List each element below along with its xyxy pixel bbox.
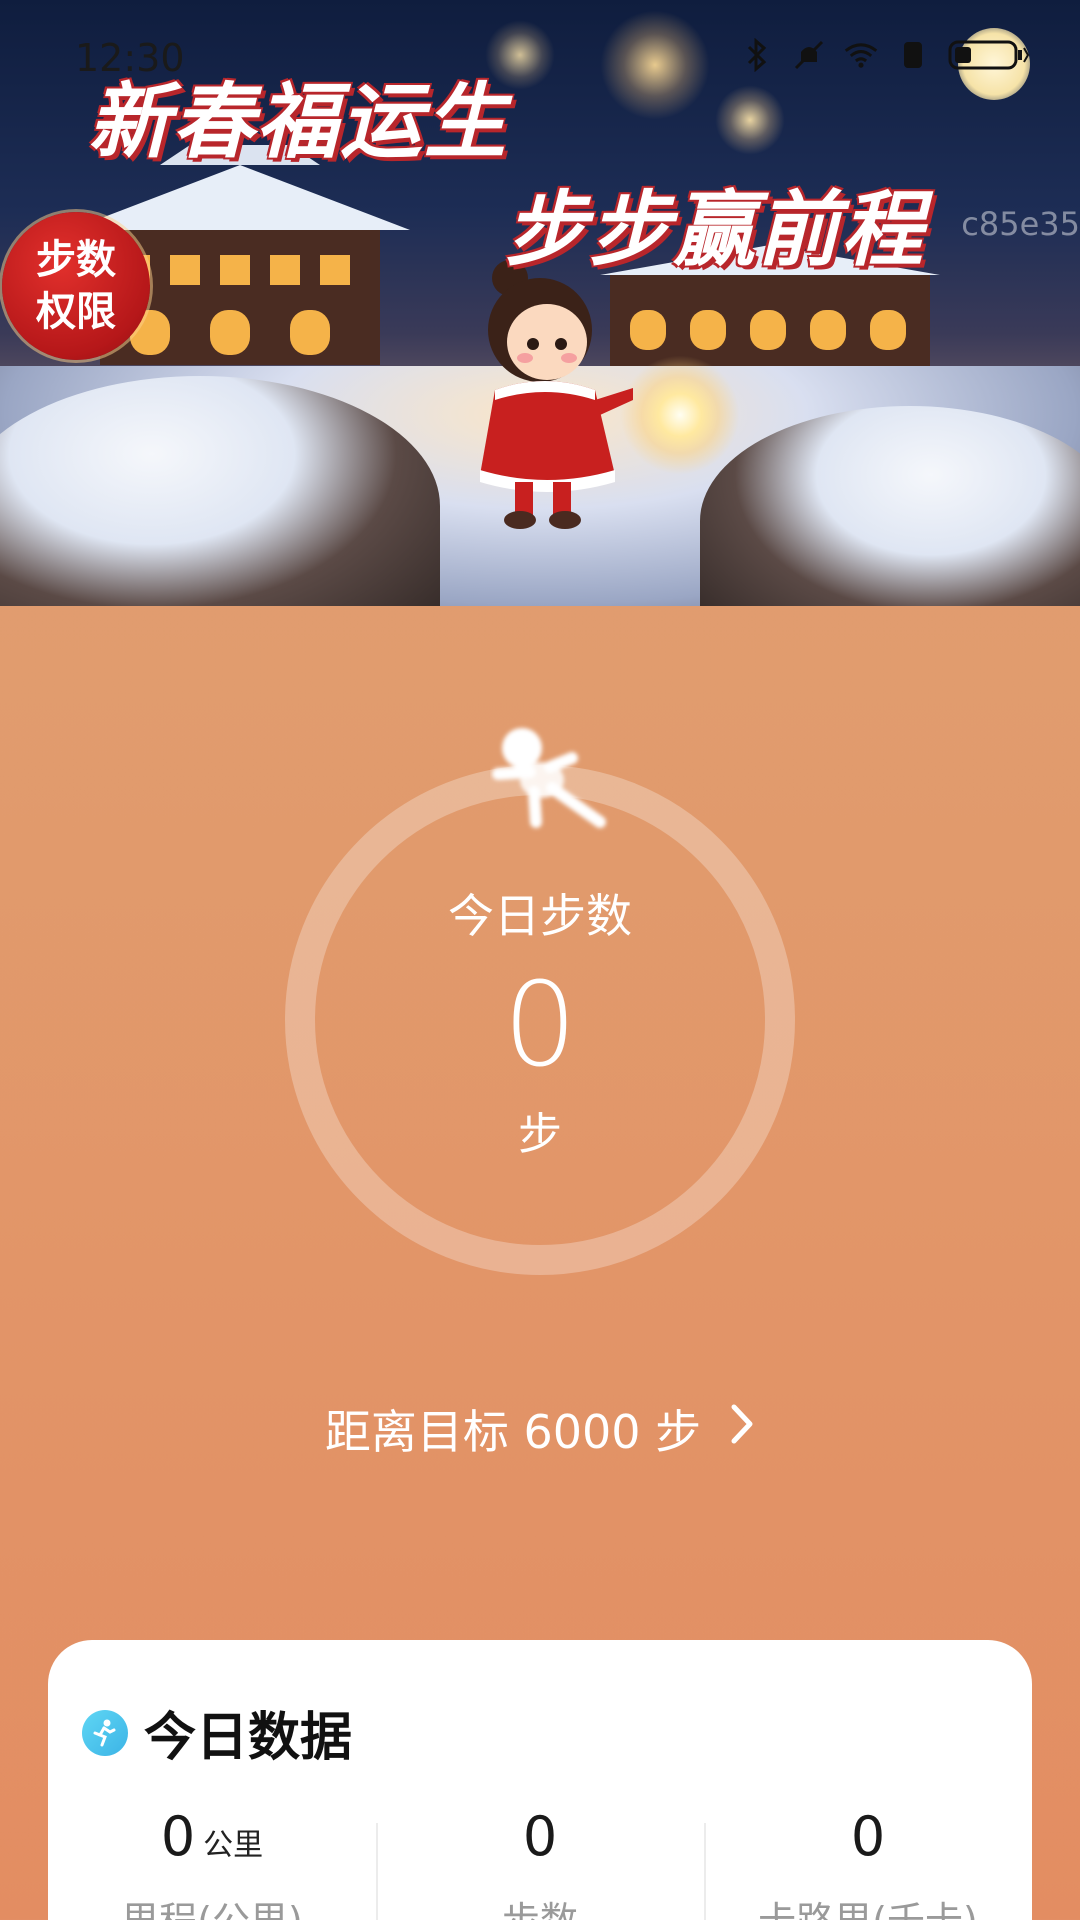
sparkler-graphic	[620, 355, 740, 475]
running-icon	[82, 1709, 128, 1756]
goal-text: 距离目标 6000 步	[324, 1405, 702, 1459]
steps-unit: 步	[518, 1109, 562, 1160]
stat-unit: 公里	[203, 1828, 264, 1863]
goal-link[interactable]: 距离目标 6000 步	[0, 1396, 1080, 1462]
stat-distance[interactable]: 0公里 里程(公里)	[48, 1805, 376, 1920]
stat-calories[interactable]: 0 卡路里(千卡)	[704, 1805, 1032, 1920]
girl-illustration	[480, 260, 633, 529]
badge-label: 步数权限	[36, 237, 116, 335]
stat-label: 里程(公里)	[48, 1890, 376, 1920]
wifi-icon	[844, 38, 878, 72]
steps-count: 0	[503, 958, 577, 1093]
sim-icon	[896, 38, 930, 72]
step-permission-badge[interactable]: 步数权限	[2, 212, 150, 360]
chevron-right-icon	[729, 1402, 755, 1457]
stat-value: 0	[522, 1805, 558, 1868]
today-data-card: 今日数据 0公里 里程(公里) 0 步数 0 卡路里(千卡)	[48, 1640, 1032, 1920]
mute-icon	[792, 38, 826, 72]
battery-icon	[948, 38, 1032, 72]
stat-label: 卡路里(千卡)	[704, 1890, 1032, 1920]
banner-watermark: c85e35	[961, 205, 1080, 243]
steps-title: 今日步数	[448, 889, 632, 943]
card-header: 今日数据	[82, 1695, 352, 1770]
status-time: 12:30	[75, 36, 185, 80]
stat-label: 步数	[376, 1890, 704, 1920]
bluetooth-icon	[740, 38, 774, 72]
status-bar: 12:30	[0, 0, 1080, 110]
stat-steps[interactable]: 0 步数	[376, 1805, 704, 1920]
stat-value: 0	[850, 1805, 886, 1868]
banner-title-line2: 步步赢前程	[505, 183, 925, 278]
stat-value: 0	[160, 1805, 196, 1868]
stats-row: 0公里 里程(公里) 0 步数 0 卡路里(千卡)	[48, 1805, 1032, 1920]
runner-icon	[492, 728, 606, 828]
card-title: 今日数据	[144, 1708, 353, 1768]
